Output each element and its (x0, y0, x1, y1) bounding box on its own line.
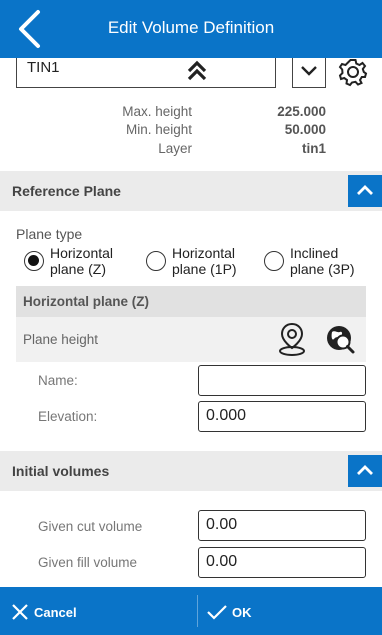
collapse-reference-plane-button[interactable] (348, 175, 382, 207)
plane-height-label: Plane height (23, 332, 99, 347)
reference-plane-title: Reference Plane (12, 183, 121, 199)
max-height-value: 225.000 (277, 104, 326, 119)
plane-type-label: Plane type (16, 226, 83, 242)
initial-volumes-title: Initial volumes (12, 463, 110, 479)
reference-plane-header[interactable]: Reference Plane (0, 171, 382, 211)
globe-search-icon[interactable] (323, 323, 357, 357)
collapse-initial-volumes-button[interactable] (348, 455, 382, 487)
plane-height-row: Plane height (16, 317, 366, 362)
layer-value: tin1 (301, 141, 326, 156)
layer-row: Layer tin1 (0, 141, 382, 161)
initial-volumes-header[interactable]: Initial volumes (0, 451, 382, 491)
max-height-label: Max. height (122, 104, 192, 119)
radio-label-line1: Inclined (290, 245, 339, 261)
chevron-up-icon (357, 185, 373, 195)
fill-volume-label: Given fill volume (38, 555, 138, 570)
ok-label: OK (232, 605, 252, 620)
title-bar: Edit Volume Definition (0, 0, 382, 58)
fill-volume-field[interactable]: 0.00 (198, 547, 366, 578)
elevation-label: Elevation: (38, 409, 98, 424)
surface-value: TIN1 (27, 59, 60, 76)
map-pin-icon[interactable] (277, 321, 307, 357)
horizontal-plane-subheader: Horizontal plane (Z) (16, 286, 366, 317)
radio-label-line1: Horizontal (172, 245, 236, 261)
cut-volume-field[interactable]: 0.00 (198, 510, 366, 541)
close-icon (12, 604, 28, 620)
chevron-down-icon (301, 66, 317, 76)
min-height-value: 50.000 (284, 122, 326, 137)
gear-icon[interactable] (336, 58, 370, 88)
layer-label: Layer (158, 141, 192, 156)
subsection-title: Horizontal plane (Z) (23, 294, 149, 309)
double-chevron-up-icon[interactable] (185, 58, 209, 84)
footer-bar: Cancel OK (0, 587, 382, 635)
radio-label-line2: plane (3P) (290, 261, 355, 277)
footer-divider (197, 595, 198, 627)
cut-volume-label: Given cut volume (38, 519, 143, 534)
max-height-row: Max. height 225.000 (0, 104, 382, 124)
page-title: Edit Volume Definition (107, 18, 275, 37)
chevron-up-icon (357, 465, 373, 475)
radio-label-line1: Horizontal (50, 245, 114, 261)
radio-label-line2: plane (1P) (172, 261, 237, 277)
min-height-row: Min. height 50.000 (0, 122, 382, 142)
radio-unselected-icon[interactable] (146, 251, 166, 271)
elevation-field[interactable]: 0.000 (198, 401, 366, 432)
name-label: Name: (38, 373, 78, 388)
name-field[interactable] (198, 365, 366, 396)
radio-unselected-icon[interactable] (264, 251, 284, 271)
check-icon (207, 605, 227, 620)
radio-label-line2: plane (Z) (50, 261, 107, 277)
surface-dropdown-button[interactable] (292, 58, 326, 88)
surface-selector-row: TIN1 (0, 58, 382, 94)
min-height-label: Min. height (125, 122, 192, 137)
surface-select[interactable]: TIN1 (16, 58, 276, 88)
radio-selected-icon[interactable] (24, 251, 44, 271)
cancel-label: Cancel (34, 605, 77, 620)
